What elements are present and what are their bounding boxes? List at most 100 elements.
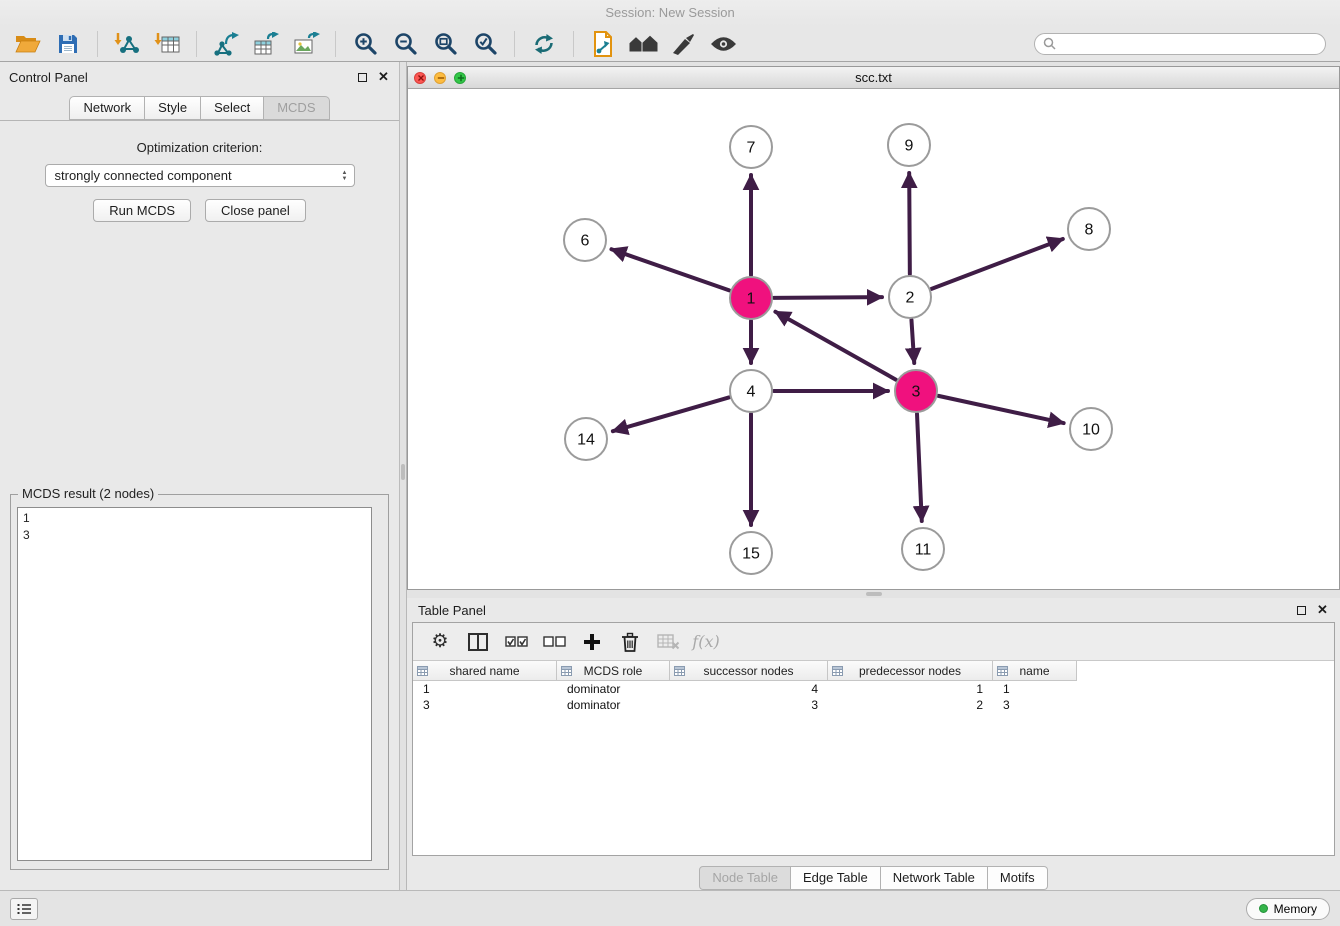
tab-network[interactable]: Network xyxy=(69,96,145,120)
delete-icon[interactable] xyxy=(613,627,647,657)
control-panel-title: Control Panel xyxy=(9,70,88,85)
column-header-label: successor nodes xyxy=(703,664,793,678)
table-row[interactable]: 1dominator411 xyxy=(413,681,1334,697)
column-type-icon xyxy=(561,666,572,676)
vertical-splitter[interactable] xyxy=(400,62,407,890)
task-history-button[interactable] xyxy=(10,898,38,920)
node-label-6: 6 xyxy=(581,233,590,250)
table-cell: 3 xyxy=(670,697,828,713)
home-icon[interactable] xyxy=(623,29,663,59)
deselect-all-icon[interactable] xyxy=(537,627,571,657)
export-table-icon[interactable] xyxy=(246,29,286,59)
import-table-icon[interactable] xyxy=(147,29,187,59)
splitter-handle[interactable] xyxy=(401,464,405,480)
run-mcds-button[interactable]: Run MCDS xyxy=(93,199,191,222)
document-share-icon[interactable] xyxy=(583,29,623,59)
network-window-title: scc.txt xyxy=(408,70,1339,85)
node-label-10: 10 xyxy=(1082,422,1100,439)
tab-mcds[interactable]: MCDS xyxy=(264,96,329,120)
zoom-selected-icon[interactable] xyxy=(465,29,505,59)
select-all-icon[interactable] xyxy=(499,627,533,657)
chevron-up-down-icon: ▲▼ xyxy=(336,165,354,186)
dropdown-value: strongly connected component xyxy=(55,168,232,183)
column-type-icon xyxy=(674,666,685,676)
workspace: scc.txt 7968124314101511 Table Panel ✕ ⚙… xyxy=(407,62,1340,890)
search-field[interactable] xyxy=(1034,33,1326,55)
tab-node-table[interactable]: Node Table xyxy=(699,866,791,890)
import-network-icon[interactable] xyxy=(107,29,147,59)
horizontal-splitter[interactable] xyxy=(407,590,1340,598)
table-settings-gear-icon[interactable]: ⚙ xyxy=(423,627,457,657)
column-header-mcds-role[interactable]: MCDS role xyxy=(557,661,670,681)
search-input[interactable] xyxy=(1061,37,1317,51)
destroy-table-icon xyxy=(651,627,685,657)
add-column-icon[interactable] xyxy=(575,627,609,657)
edge-3-10[interactable] xyxy=(938,396,1063,423)
close-panel-button[interactable]: Close panel xyxy=(205,199,306,222)
close-control-panel-button[interactable]: ✕ xyxy=(377,71,390,84)
edge-1-2[interactable] xyxy=(774,297,882,298)
toolbar-separator xyxy=(335,31,336,57)
style-brush-icon[interactable] xyxy=(663,29,703,59)
refresh-icon[interactable] xyxy=(524,29,564,59)
table-cell: dominator xyxy=(557,697,670,713)
column-header-predecessor-nodes[interactable]: predecessor nodes xyxy=(828,661,993,681)
close-table-panel-button[interactable]: ✕ xyxy=(1316,604,1329,617)
edge-1-6[interactable] xyxy=(611,249,729,290)
float-panel-icon xyxy=(1297,606,1306,615)
tab-style[interactable]: Style xyxy=(145,96,201,120)
zoom-in-icon[interactable] xyxy=(345,29,385,59)
mcds-result-textarea[interactable]: 1 3 xyxy=(17,507,372,861)
tab-edge-table[interactable]: Edge Table xyxy=(791,866,881,890)
column-header-name[interactable]: name xyxy=(993,661,1077,681)
memory-button[interactable]: Memory xyxy=(1246,898,1330,920)
edge-2-8[interactable] xyxy=(932,239,1063,289)
edge-3-1[interactable] xyxy=(775,312,896,380)
column-type-icon xyxy=(417,666,428,676)
float-panel-icon xyxy=(358,73,367,82)
toolbar-separator xyxy=(573,31,574,57)
export-network-icon[interactable] xyxy=(206,29,246,59)
save-icon[interactable] xyxy=(48,29,88,59)
table-panel: Table Panel ✕ ⚙f(x) shared nameMCDS role… xyxy=(407,598,1340,890)
minimize-window-button[interactable] xyxy=(434,72,446,84)
task-list-icon xyxy=(16,903,32,915)
column-header-label: name xyxy=(1019,664,1049,678)
split-view-icon[interactable] xyxy=(461,627,495,657)
export-image-icon[interactable] xyxy=(286,29,326,59)
edge-3-11[interactable] xyxy=(917,414,922,521)
column-header-label: predecessor nodes xyxy=(859,664,961,678)
edge-2-9[interactable] xyxy=(909,173,910,274)
float-panel-button[interactable] xyxy=(356,71,369,84)
eye-icon[interactable] xyxy=(703,29,743,59)
fx-glyph: f(x) xyxy=(692,632,719,651)
column-header-successor-nodes[interactable]: successor nodes xyxy=(670,661,828,681)
optimization-criterion-dropdown[interactable]: strongly connected component ▲▼ xyxy=(45,164,355,187)
table-cell: 4 xyxy=(670,681,828,697)
status-bar: Memory xyxy=(0,890,1340,926)
tab-motifs[interactable]: Motifs xyxy=(988,866,1048,890)
node-table-container: ⚙ f(x) shared nameMCDS role successor node… xyxy=(412,622,1335,856)
network-canvas[interactable]: 7968124314101511 xyxy=(408,89,1339,589)
zoom-window-button[interactable] xyxy=(454,72,466,84)
toolbar-separator xyxy=(196,31,197,57)
node-label-7: 7 xyxy=(747,140,756,157)
node-label-3: 3 xyxy=(912,384,921,401)
edge-4-14[interactable] xyxy=(613,397,729,431)
zoom-fit-icon[interactable] xyxy=(425,29,465,59)
close-window-button[interactable] xyxy=(414,72,426,84)
table-body: 1dominator4113dominator323 xyxy=(413,681,1334,855)
optimization-criterion-label: Optimization criterion: xyxy=(0,140,399,155)
folder-open-icon[interactable] xyxy=(8,29,48,59)
column-header-shared-name[interactable]: shared name xyxy=(413,661,557,681)
node-label-15: 15 xyxy=(742,546,760,563)
tab-select[interactable]: Select xyxy=(201,96,264,120)
edge-2-3[interactable] xyxy=(911,320,914,363)
table-row[interactable]: 3dominator323 xyxy=(413,697,1334,713)
tab-network-table[interactable]: Network Table xyxy=(881,866,988,890)
splitter-handle[interactable] xyxy=(866,592,882,596)
float-table-panel-button[interactable] xyxy=(1295,604,1308,617)
zoom-out-icon[interactable] xyxy=(385,29,425,59)
main-toolbar xyxy=(0,26,1340,62)
table-cell: dominator xyxy=(557,681,670,697)
